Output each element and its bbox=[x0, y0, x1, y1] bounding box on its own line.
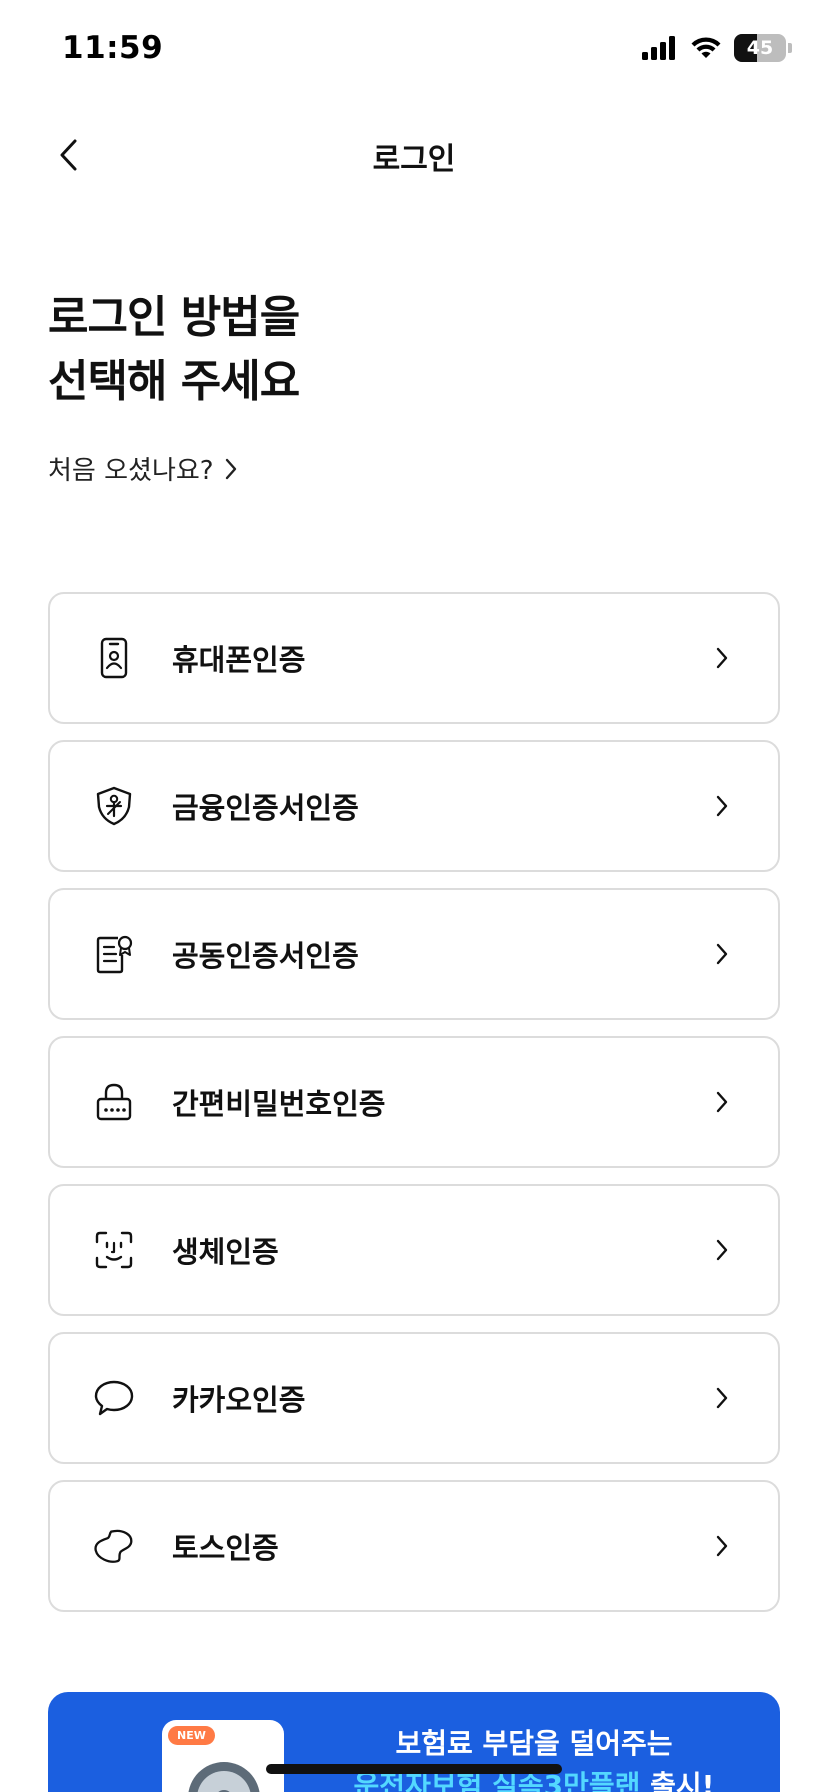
nav-bar: 로그인 bbox=[0, 110, 828, 200]
banner-image-card: NEW bbox=[162, 1720, 284, 1792]
method-biometric[interactable]: 생체인증 bbox=[48, 1184, 780, 1316]
method-joint-certificate[interactable]: 공동인증서인증 bbox=[48, 888, 780, 1020]
chevron-right-icon bbox=[710, 1090, 734, 1114]
cellular-signal-icon bbox=[642, 36, 675, 60]
method-financial-certificate[interactable]: 금융인증서인증 bbox=[48, 740, 780, 872]
banner-subtitle-rest: 출시! bbox=[640, 1769, 715, 1792]
status-bar: 11:59 45 bbox=[0, 0, 828, 100]
heading-line-2: 선택해 주세요 bbox=[48, 356, 300, 407]
chevron-right-icon bbox=[710, 646, 734, 670]
method-toss[interactable]: 토스인증 bbox=[48, 1480, 780, 1612]
method-label: 휴대폰인증 bbox=[172, 643, 306, 677]
banner-title: 보험료 부담을 덜어주는 bbox=[395, 1727, 673, 1760]
method-simple-password[interactable]: 간편비밀번호인증 bbox=[48, 1036, 780, 1168]
status-time: 11:59 bbox=[62, 30, 164, 66]
shield-certificate-icon bbox=[92, 784, 136, 828]
face-id-icon bbox=[92, 1228, 136, 1272]
wifi-icon bbox=[691, 37, 721, 58]
steering-wheel-icon bbox=[188, 1762, 260, 1792]
page-title: 로그인 bbox=[372, 142, 456, 177]
toss-icon bbox=[92, 1524, 136, 1568]
chevron-right-icon bbox=[710, 794, 734, 818]
method-label: 토스인증 bbox=[172, 1531, 279, 1565]
chevron-right-icon bbox=[710, 1386, 734, 1410]
chevron-right-icon bbox=[225, 458, 236, 479]
chevron-right-icon bbox=[710, 942, 734, 966]
first-visit-link[interactable]: 처음 오셨나요? bbox=[48, 450, 238, 487]
method-label: 공동인증서인증 bbox=[172, 939, 359, 973]
method-kakao[interactable]: 카카오인증 bbox=[48, 1332, 780, 1464]
phone-id-icon bbox=[92, 636, 136, 680]
method-label: 간편비밀번호인증 bbox=[172, 1087, 386, 1121]
promo-banner[interactable]: NEW 보험료 부담을 덜어주는 운전자보험 실속3만플랜 출시! bbox=[48, 1692, 780, 1792]
first-visit-label: 처음 오셨나요? bbox=[48, 456, 214, 486]
home-indicator bbox=[266, 1764, 562, 1774]
status-icons: 45 bbox=[642, 34, 792, 62]
method-label: 카카오인증 bbox=[172, 1383, 306, 1417]
chevron-right-icon bbox=[710, 1534, 734, 1558]
login-heading: 로그인 방법을 선택해 주세요 bbox=[48, 286, 300, 414]
certificate-document-icon bbox=[92, 932, 136, 976]
battery-tip bbox=[788, 43, 792, 53]
login-method-list: 휴대폰인증 금융인증서인증 공동인증서인증 간편비밀번호인증 생체인증 카카오인… bbox=[48, 592, 780, 1628]
method-label: 생체인증 bbox=[172, 1235, 279, 1269]
chevron-right-icon bbox=[710, 1238, 734, 1262]
heading-line-1: 로그인 방법을 bbox=[48, 292, 300, 343]
method-phone-auth[interactable]: 휴대폰인증 bbox=[48, 592, 780, 724]
method-label: 금융인증서인증 bbox=[172, 791, 359, 825]
battery-indicator: 45 bbox=[734, 34, 786, 62]
battery-percent: 45 bbox=[746, 37, 774, 59]
lock-password-icon bbox=[92, 1080, 136, 1124]
speech-bubble-icon bbox=[92, 1376, 136, 1420]
